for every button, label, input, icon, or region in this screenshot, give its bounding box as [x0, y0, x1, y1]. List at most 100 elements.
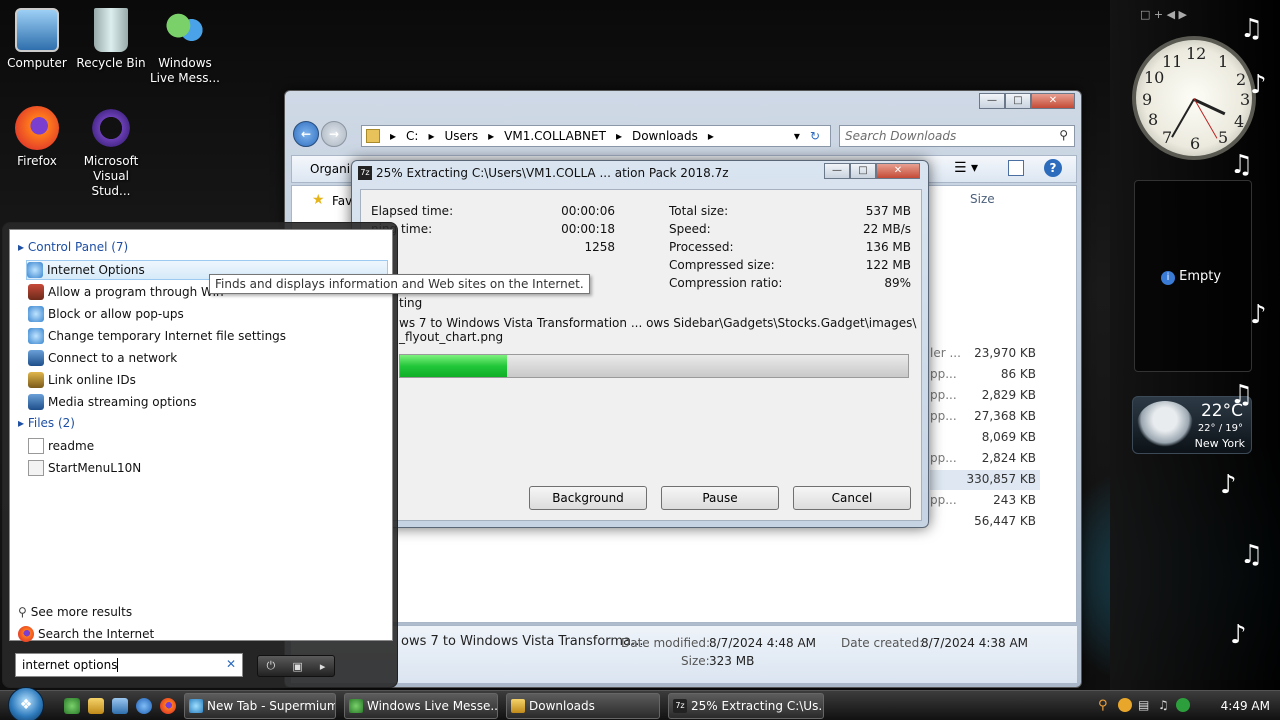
- desktop-icon-computer[interactable]: Computer: [0, 8, 74, 71]
- taskbar-button-downloads[interactable]: Downloads: [506, 693, 660, 719]
- maximize-button[interactable]: □: [850, 163, 876, 179]
- close-button[interactable]: ✕: [1031, 93, 1075, 109]
- music-note-decoration: ♫: [1230, 150, 1254, 180]
- search-input[interactable]: Search Downloads ⚲: [839, 125, 1075, 147]
- extract-dialog-body: Elapsed time: 00:00:06 ning time: 00:00:…: [360, 189, 922, 521]
- result-connect-network[interactable]: Connect to a network: [28, 348, 177, 368]
- preview-pane-icon[interactable]: [1008, 160, 1024, 176]
- clock-number: 8: [1148, 110, 1159, 129]
- organize-button[interactable]: Organi: [310, 162, 350, 176]
- breadcrumb-user[interactable]: VM1.COLLABNET: [504, 129, 606, 143]
- result-link-online-ids[interactable]: Link online IDs: [28, 370, 136, 390]
- network-tray-icon[interactable]: ▤: [1138, 698, 1149, 712]
- table-row[interactable]: pp... 243 KB: [930, 493, 1038, 507]
- internet-explorer-icon[interactable]: [136, 698, 152, 714]
- result-allow-program[interactable]: Allow a program through Win: [28, 282, 224, 302]
- see-more-results-link[interactable]: ⚲ See more results: [18, 602, 132, 622]
- power-icon[interactable]: ⏻: [267, 659, 276, 673]
- lock-icon[interactable]: ▣: [292, 660, 302, 673]
- table-row-selected[interactable]: 330,857 KB: [930, 470, 1040, 490]
- firefox-icon[interactable]: [160, 698, 176, 714]
- minimize-button[interactable]: —: [824, 163, 850, 179]
- norton-tray-icon[interactable]: [1118, 698, 1132, 712]
- start-search-input[interactable]: internet options ✕: [15, 653, 243, 677]
- result-block-popups[interactable]: Block or allow pop-ups: [28, 304, 184, 324]
- music-note-decoration: ♫: [1240, 540, 1264, 570]
- back-button[interactable]: ←: [293, 121, 319, 147]
- taskbar-button-7zip[interactable]: 7z 25% Extracting C:\Us...: [668, 693, 824, 719]
- remaining-time-value: 00:00:18: [561, 222, 615, 236]
- network-icon: [28, 350, 44, 366]
- volume-tray-icon[interactable]: ♫: [1158, 698, 1169, 712]
- clock-number: 9: [1142, 90, 1153, 109]
- clock-number: 3: [1240, 90, 1251, 109]
- favorites-label[interactable]: Fav: [332, 194, 352, 208]
- background-button[interactable]: Background: [529, 486, 647, 510]
- desktop-icon-label: Firefox: [17, 154, 57, 168]
- refresh-icon[interactable]: ↻: [810, 129, 820, 143]
- clear-search-icon[interactable]: ✕: [226, 657, 236, 671]
- breadcrumb-downloads[interactable]: Downloads: [632, 129, 698, 143]
- processed-label: Processed:: [669, 240, 734, 254]
- explorer-window-controls: — □ ✕: [979, 93, 1075, 109]
- compressed-size-label: Compressed size:: [669, 258, 775, 272]
- taskbar-clock[interactable]: 4:49 AM: [1221, 699, 1270, 713]
- address-bar[interactable]: ▸ C: ▸ Users ▸ VM1.COLLABNET ▸ Downloads…: [361, 125, 831, 147]
- desktop-icon-label: Recycle Bin: [76, 56, 146, 70]
- firefox-icon: [15, 106, 59, 150]
- table-row[interactable]: pp... 2,829 KB: [930, 388, 1038, 402]
- text-file-icon: [28, 438, 44, 454]
- desktop-icon-visual-studio[interactable]: Microsoft Visual Stud...: [74, 106, 148, 199]
- cancel-button[interactable]: Cancel: [793, 486, 911, 510]
- views-icon[interactable]: ☰ ▾: [954, 160, 978, 176]
- breadcrumb-arrow-icon: ▸: [390, 129, 397, 143]
- result-file-readme[interactable]: readme: [28, 436, 94, 456]
- dialog-window-controls: — □ ✕: [824, 163, 920, 179]
- clock-number: 2: [1236, 70, 1247, 89]
- table-row[interactable]: pp... 27,368 KB: [930, 409, 1038, 423]
- size-column-header[interactable]: Size: [970, 192, 995, 206]
- pause-button[interactable]: Pause: [661, 486, 779, 510]
- table-row[interactable]: pp... 86 KB: [930, 367, 1038, 381]
- weather-range: 22° / 19°: [1197, 423, 1243, 434]
- close-button[interactable]: ✕: [876, 163, 920, 179]
- music-note-decoration: ♪: [1230, 620, 1247, 650]
- result-media-streaming[interactable]: Media streaming options: [28, 392, 196, 412]
- power-options-arrow-icon[interactable]: ▸: [320, 660, 326, 673]
- taskbar-button-supermium[interactable]: New Tab - Supermium: [184, 693, 336, 719]
- desktop-icon-recycle-bin[interactable]: Recycle Bin: [74, 8, 148, 71]
- date-created-label: Date created:: [841, 636, 924, 650]
- breadcrumb-c[interactable]: C:: [406, 129, 418, 143]
- breadcrumb-users[interactable]: Users: [444, 129, 478, 143]
- breadcrumb-arrow-icon: ▸: [615, 129, 622, 143]
- forward-button[interactable]: →: [321, 121, 347, 147]
- table-row[interactable]: ler ... 23,970 KB: [930, 346, 1038, 360]
- sidebar-controls-icon[interactable]: □ + ◀ ▶: [1140, 8, 1187, 21]
- address-dropdown-icon[interactable]: ▾: [794, 129, 800, 143]
- search-icon[interactable]: ⚲: [1059, 128, 1068, 142]
- visual-studio-icon: [89, 106, 133, 150]
- folder-quicklaunch-icon[interactable]: [88, 698, 104, 714]
- table-row[interactable]: pp... 2,824 KB: [930, 451, 1038, 465]
- details-file-name: ows 7 to Windows Vista Transforma...: [401, 634, 644, 649]
- files-group-header[interactable]: ▸ Files (2): [18, 416, 75, 430]
- maximize-button[interactable]: □: [1005, 93, 1031, 109]
- slideshow-gadget[interactable]: i Empty: [1134, 180, 1252, 372]
- speed-value: 22 MB/s: [863, 222, 911, 236]
- minimize-button[interactable]: —: [979, 93, 1005, 109]
- update-tray-icon[interactable]: [1176, 698, 1190, 712]
- control-panel-group-header[interactable]: ▸ Control Panel (7): [18, 240, 128, 254]
- show-desktop-icon[interactable]: [112, 698, 128, 714]
- result-temp-files[interactable]: Change temporary Internet file settings: [28, 326, 286, 346]
- start-button[interactable]: ❖: [8, 687, 44, 720]
- search-internet-link[interactable]: Search the Internet: [18, 624, 154, 644]
- result-file-startmenu[interactable]: StartMenuL10N: [28, 458, 141, 478]
- messenger-quicklaunch-icon[interactable]: [64, 698, 80, 714]
- search-tray-icon[interactable]: ⚲: [1098, 698, 1108, 713]
- help-icon[interactable]: ?: [1044, 159, 1062, 177]
- internet-options-icon: [28, 328, 44, 344]
- desktop-icon-windows-live-messenger[interactable]: Windows Live Mess...: [148, 8, 222, 86]
- desktop-icon-firefox[interactable]: Firefox: [0, 106, 74, 169]
- clock-gadget[interactable]: 12 1 2 3 4 5 6 7 8 9 10 11: [1132, 36, 1256, 160]
- taskbar-button-messenger[interactable]: Windows Live Messe...: [344, 693, 498, 719]
